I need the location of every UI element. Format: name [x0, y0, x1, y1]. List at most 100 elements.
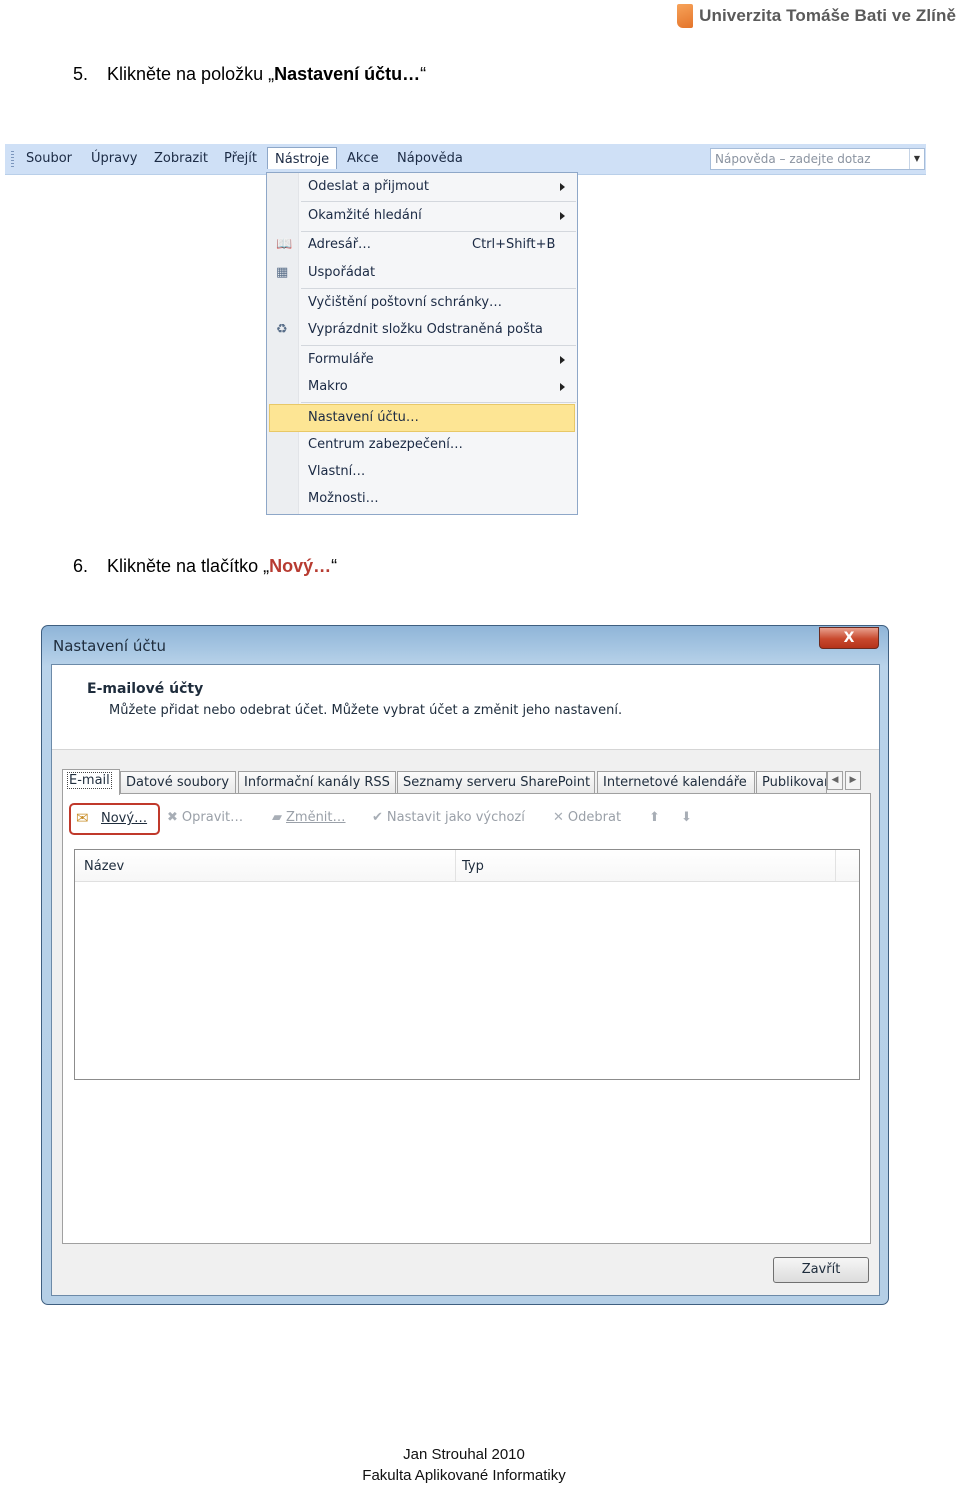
menu-akce[interactable]: Akce — [347, 151, 379, 166]
menu-upravy[interactable]: Úpravy — [91, 151, 137, 166]
menu-napoveda[interactable]: Nápověda — [397, 151, 463, 166]
move-up-button[interactable]: ⬆ — [649, 810, 664, 825]
header-title: E-mailové účty — [87, 681, 204, 697]
change-button[interactable]: ▰ Změnit… — [272, 810, 346, 825]
menu-item-label: Formuláře — [308, 352, 374, 367]
submenu-arrow-icon — [560, 183, 565, 191]
new-account-button[interactable]: ✉ Nový… — [69, 803, 160, 835]
step-highlight: Nastavení účtu… — [274, 64, 421, 84]
column-header-type[interactable]: Typ — [462, 859, 484, 874]
tab-data-files[interactable]: Datové soubory — [120, 771, 236, 794]
menu-item-macro[interactable]: Makro — [269, 374, 575, 400]
close-button[interactable]: Zavřít — [773, 1257, 869, 1283]
organize-icon: ▦ — [276, 265, 289, 280]
menu-item-account-settings[interactable]: Nastavení účtu… — [269, 404, 575, 432]
column-header-name[interactable]: Název — [84, 859, 124, 874]
tab-rss-feeds[interactable]: Informační kanály RSS — [238, 771, 396, 794]
dialog-title: Nastavení účtu — [53, 637, 166, 655]
tools-dropdown-menu: Odeslat a přijmout Okamžité hledání 📖 Ad… — [266, 172, 578, 515]
footer-author: Jan Strouhal 2010 — [403, 1446, 525, 1463]
new-mail-icon: ✉ — [76, 809, 89, 827]
menu-item-forms[interactable]: Formuláře — [269, 347, 575, 373]
menu-item-label: Možnosti… — [308, 491, 379, 506]
step-text: Klikněte na tlačítko „ — [107, 556, 270, 576]
help-search-input[interactable]: Nápověda – zadejte dotaz ▼ — [710, 148, 925, 170]
menu-zobrazit[interactable]: Zobrazit — [154, 151, 208, 166]
tools-icon: ✖ — [167, 810, 178, 825]
submenu-arrow-icon — [560, 212, 565, 220]
accounts-list[interactable]: Název Typ — [74, 849, 860, 1080]
logo-icon — [677, 4, 694, 28]
menu-item-send-receive[interactable]: Odeslat a přijmout — [269, 174, 575, 200]
menu-item-label: Vyprázdnit složku Odstraněná pošta — [308, 322, 543, 337]
help-placeholder: Nápověda – zadejte dotaz — [715, 152, 871, 166]
university-logo: Univerzita Tomáše Bati ve Zlíně — [677, 4, 956, 28]
step-number: 5. — [73, 64, 89, 84]
menu-item-label: Uspořádat — [308, 265, 376, 280]
menu-item-options[interactable]: Možnosti… — [269, 486, 575, 512]
menu-item-organize[interactable]: ▦ Uspořádat — [269, 260, 575, 286]
tab-panel-email: ✉ Nový… ✖ Opravit… ▰ Změnit… ✔ Nastavit jak… — [62, 793, 871, 1244]
menu-prejit[interactable]: Přejít — [224, 151, 257, 166]
accounts-toolbar: ✉ Nový… ✖ Opravit… ▰ Změnit… ✔ Nastavit jak… — [63, 802, 870, 836]
set-default-label: Nastavit jako výchozí — [386, 810, 525, 825]
tab-scroll-right-icon[interactable]: ▶ — [845, 771, 861, 790]
column-divider — [835, 850, 836, 881]
step-5: 5. Klikněte na položku „Nastavení účtu…“ — [73, 64, 426, 85]
check-icon: ✔ — [372, 810, 383, 825]
step-text: Klikněte na položku „ — [107, 64, 275, 84]
tab-published-calendars[interactable]: Publikované kalendáře — [756, 771, 827, 794]
menu-item-label: Makro — [308, 379, 348, 394]
menu-item-customize[interactable]: Vlastní… — [269, 459, 575, 485]
remove-button[interactable]: ✕ Odebrat — [553, 810, 621, 825]
toolbar-grip — [11, 151, 14, 167]
step-number: 6. — [73, 556, 89, 576]
menu-item-label: Odeslat a přijmout — [308, 179, 429, 194]
close-button-label: Zavřít — [801, 1262, 841, 1277]
move-down-button[interactable]: ⬇ — [681, 810, 696, 825]
menu-separator — [301, 345, 576, 346]
menu-item-address-book[interactable]: 📖 Adresář… Ctrl+Shift+B — [269, 232, 575, 258]
menu-shortcut: Ctrl+Shift+B — [472, 237, 556, 252]
menu-separator — [301, 201, 576, 202]
menu-item-label: Vlastní… — [308, 464, 366, 479]
step-text-end: “ — [420, 64, 427, 84]
menu-item-label: Nastavení účtu… — [308, 410, 419, 425]
repair-button[interactable]: ✖ Opravit… — [167, 810, 243, 825]
menu-item-label: Adresář… — [308, 237, 372, 252]
change-label: Změnit… — [286, 810, 346, 825]
arrow-up-icon: ⬆ — [649, 810, 660, 825]
account-settings-dialog: Nastavení účtu X E-mailové účty Můžete p… — [41, 625, 889, 1305]
menu-item-label: Centrum zabezpečení… — [308, 437, 463, 452]
footer-faculty: Fakulta Aplikované Informatiky — [362, 1467, 566, 1484]
tab-email[interactable]: E-mail — [62, 769, 120, 795]
menu-nastroje[interactable]: Nástroje — [267, 147, 338, 169]
remove-label: Odebrat — [567, 810, 622, 825]
address-book-icon: 📖 — [276, 237, 293, 252]
set-default-button[interactable]: ✔ Nastavit jako výchozí — [372, 810, 525, 825]
menu-separator — [301, 402, 576, 403]
step-highlight: Nový… — [269, 556, 332, 576]
menu-soubor[interactable]: Soubor — [26, 151, 72, 166]
dialog-header-panel: E-mailové účty Můžete přidat nebo odebra… — [52, 665, 879, 750]
tab-sharepoint-lists[interactable]: Seznamy serveru SharePoint — [397, 771, 595, 794]
outlook-menubar: Soubor Úpravy Zobrazit Přejít Nástroje A… — [5, 144, 926, 175]
remove-x-icon: ✕ — [553, 810, 564, 825]
tab-internet-calendars[interactable]: Internetové kalendáře — [597, 771, 755, 794]
menu-item-instant-search[interactable]: Okamžité hledání — [269, 203, 575, 229]
menu-item-empty-deleted[interactable]: ♻ Vyprázdnit složku Odstraněná pošta — [269, 317, 575, 343]
menu-item-trust-center[interactable]: Centrum zabezpečení… — [269, 432, 575, 458]
tab-scroll-left-icon[interactable]: ◀ — [827, 771, 843, 790]
header-description: Můžete přidat nebo odebrat účet. Můžete … — [109, 703, 623, 718]
menu-item-mailbox-cleanup[interactable]: Vyčištění poštovní schránky… — [269, 290, 575, 316]
tab-label: E-mail — [67, 772, 112, 789]
close-icon[interactable]: X — [819, 627, 879, 649]
arrow-down-icon: ⬇ — [681, 810, 692, 825]
menu-item-label: Okamžité hledání — [308, 208, 422, 223]
logo-text: Univerzita Tomáše Bati ve Zlíně — [699, 6, 956, 25]
step-6: 6. Klikněte na tlačítko „Nový…“ — [73, 556, 337, 577]
chevron-down-icon[interactable]: ▼ — [909, 149, 924, 169]
menu-separator — [301, 288, 576, 289]
submenu-arrow-icon — [560, 383, 565, 391]
change-icon: ▰ — [272, 810, 282, 825]
